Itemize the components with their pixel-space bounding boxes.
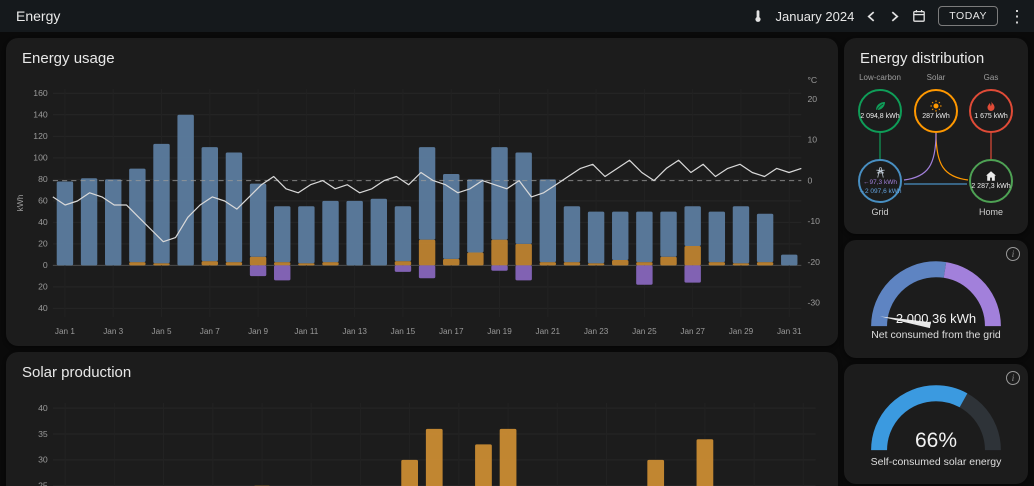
net-consumed-value: 2 000,36 kWh — [895, 311, 977, 326]
energy-distribution-card: Energy distribution Low-carbon Solar Gas — [844, 38, 1028, 234]
low-carbon-label: Low-carbon — [859, 73, 901, 82]
chevron-left-icon[interactable] — [866, 10, 877, 22]
svg-text:60: 60 — [38, 196, 48, 206]
solar-production-chart[interactable]: 0510152025303540Jan 1Jan 3Jan 5Jan 7Jan … — [14, 387, 832, 486]
left-column: Energy usage 40 20 0 20 40 60 80 100 120 140 160 Ja… — [6, 38, 838, 486]
info-icon[interactable] — [1006, 247, 1020, 261]
svg-text:Jan 29: Jan 29 — [729, 327, 754, 336]
svg-text:Jan 11: Jan 11 — [294, 327, 318, 336]
home-node: 2 287,3 kWh — [969, 159, 1013, 203]
svg-text:Jan 19: Jan 19 — [487, 327, 512, 336]
energy-distribution-diagram: Low-carbon Solar Gas 2 094,8 kWh 287 kWh… — [844, 73, 1028, 225]
svg-text:Jan 27: Jan 27 — [680, 327, 705, 336]
svg-text:140: 140 — [33, 110, 48, 120]
svg-text:Jan 7: Jan 7 — [200, 327, 220, 336]
energy-usage-title: Energy usage — [22, 50, 115, 67]
svg-text:-20: -20 — [807, 257, 820, 267]
overflow-menu-icon[interactable]: ⋮ — [1009, 8, 1026, 25]
self-consumed-value: 66% — [914, 429, 958, 452]
svg-text:0: 0 — [807, 175, 812, 185]
solar-node: 287 kWh — [914, 89, 958, 133]
svg-text:-10: -10 — [807, 216, 820, 226]
svg-text:Jan 23: Jan 23 — [584, 327, 609, 336]
header-controls: January 2024 TODAY ⋮ — [752, 6, 1026, 26]
svg-text:20: 20 — [807, 94, 817, 104]
svg-text:Jan 3: Jan 3 — [103, 327, 123, 336]
svg-text:Jan 1: Jan 1 — [55, 327, 75, 336]
svg-text:10: 10 — [807, 135, 817, 145]
svg-text:Jan 9: Jan 9 — [248, 327, 268, 336]
energy-usage-chart[interactable]: 4020020406080100120140160Jan 1 Jan 3 Jan 5… — [14, 73, 832, 341]
solar-value: 287 kWh — [922, 113, 950, 121]
svg-text:Jan 31: Jan 31 — [777, 327, 802, 336]
app-header: Energy January 2024 TODAY ⋮ — [0, 0, 1034, 32]
svg-text:20: 20 — [38, 239, 48, 249]
svg-text:40: 40 — [38, 217, 48, 227]
net-consumed-gauge-card: 2 000,36 kWh Net consumed from the grid — [844, 240, 1028, 358]
svg-text:Jan 21: Jan 21 — [536, 327, 561, 336]
leaf-icon — [876, 102, 885, 112]
date-range-label[interactable]: January 2024 — [776, 9, 855, 24]
svg-text:Jan 25: Jan 25 — [632, 327, 657, 336]
info-icon[interactable] — [1006, 371, 1020, 385]
svg-text:kWh: kWh — [15, 194, 25, 211]
svg-text:100: 100 — [33, 153, 48, 163]
svg-text:Jan 15: Jan 15 — [391, 327, 416, 336]
home-label: Home — [978, 207, 1003, 217]
self-consumed-gauge-card: 66% Self-consumed solar energy — [844, 364, 1028, 484]
svg-text:Jan 13: Jan 13 — [342, 327, 367, 336]
solar-label: Solar — [926, 73, 946, 82]
home-icon — [986, 171, 996, 182]
solar-production-card: Solar production 0510152025303540Jan 1Ja… — [6, 352, 838, 486]
svg-text:25: 25 — [38, 481, 48, 486]
svg-text:40: 40 — [38, 303, 48, 313]
svg-text:35: 35 — [38, 429, 48, 439]
gas-label: Gas — [983, 73, 999, 82]
gas-value: 1 675 kWh — [974, 113, 1008, 121]
svg-text:30: 30 — [38, 455, 48, 465]
low-carbon-node: 2 094,8 kWh — [858, 89, 902, 133]
svg-text:160: 160 — [33, 88, 48, 98]
svg-text:20: 20 — [38, 282, 48, 292]
svg-text:-30: -30 — [807, 298, 820, 308]
svg-text:Jan 5: Jan 5 — [152, 327, 172, 336]
grid-label: Grid — [871, 207, 889, 217]
net-consumed-label: Net consumed from the grid — [871, 329, 1001, 341]
grid-return-value: ←97,3 kWh — [863, 179, 897, 187]
low-carbon-value: 2 094,8 kWh — [860, 113, 900, 121]
svg-text:80: 80 — [38, 174, 48, 184]
energy-distribution-title: Energy distribution — [860, 50, 985, 67]
page-title: Energy — [16, 8, 61, 24]
flame-icon — [987, 101, 995, 112]
svg-text:120: 120 — [33, 131, 48, 141]
right-column: Energy distribution Low-carbon Solar Gas — [844, 38, 1028, 486]
solar-production-title: Solar production — [22, 364, 132, 381]
gas-node: 1 675 kWh — [969, 89, 1013, 133]
dashboard-content: Energy usage 40 20 0 20 40 60 80 100 120 140 160 Ja… — [0, 32, 1034, 486]
calendar-icon[interactable] — [912, 9, 926, 23]
grid-node: ←97,3 kWh →2 097,6 kWh — [858, 159, 902, 203]
grid-consumed-value: →2 097,6 kWh — [858, 187, 902, 195]
home-value: 2 287,3 kWh — [971, 183, 1011, 191]
chevron-right-icon[interactable] — [889, 10, 900, 22]
svg-text:40: 40 — [38, 403, 48, 413]
svg-text:Jan 17: Jan 17 — [439, 327, 464, 336]
transmission-tower-icon — [875, 167, 885, 178]
svg-text:0: 0 — [43, 260, 48, 270]
energy-usage-card: Energy usage 40 20 0 20 40 60 80 100 120 140 160 Ja… — [6, 38, 838, 346]
thermometer-icon[interactable] — [752, 9, 764, 23]
self-consumed-label: Self-consumed solar energy — [870, 456, 1002, 468]
svg-text:°C: °C — [807, 75, 817, 85]
sun-icon — [930, 100, 942, 113]
today-button[interactable]: TODAY — [938, 6, 998, 26]
